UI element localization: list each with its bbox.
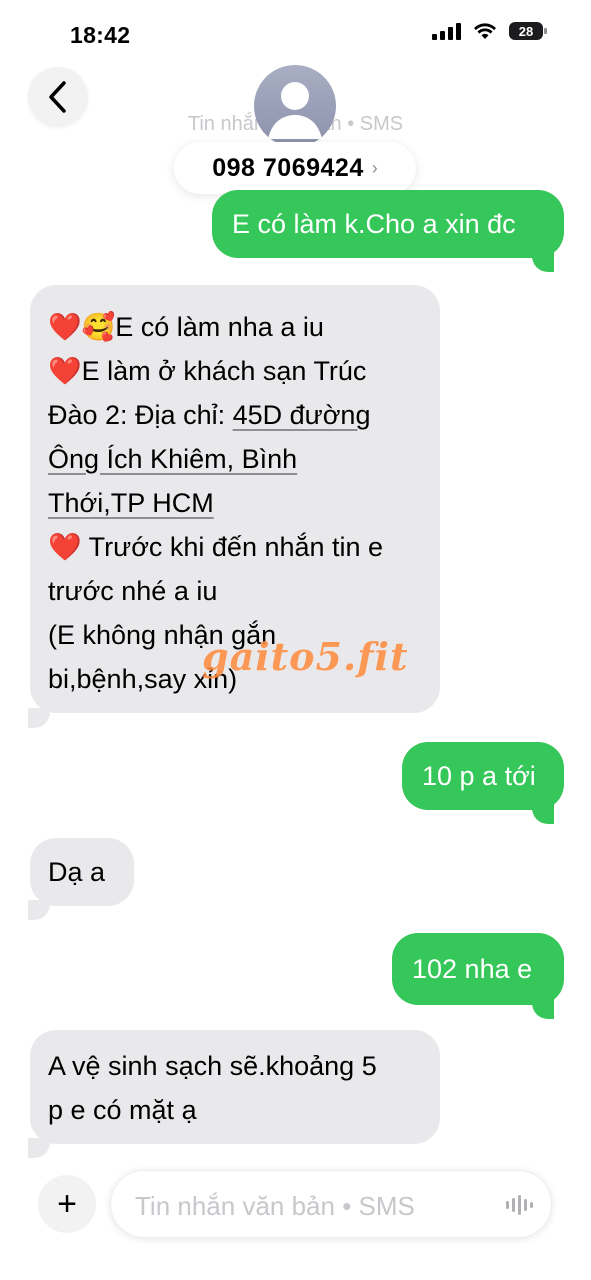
message-input[interactable]: Tin nhắn văn bản • SMS <box>110 1170 552 1238</box>
message-line: ❤️E làm ở khách sạn Trúc <box>48 356 367 386</box>
contact-avatar[interactable] <box>254 65 336 147</box>
chevron-left-icon <box>49 81 66 113</box>
status-icons: 28 <box>432 22 547 40</box>
voice-memo-icon[interactable] <box>506 1195 533 1215</box>
message-line: Ông Ích Khiêm, Bình <box>48 437 422 481</box>
address-link[interactable]: Thới,TP HCM <box>48 488 214 518</box>
contact-name-button[interactable]: 098 7069424 › <box>174 142 416 194</box>
message-line: Đào 2: Địa chỉ: 45D đường <box>48 393 422 437</box>
plus-icon: + <box>57 1184 77 1223</box>
bubble-tail <box>28 708 50 728</box>
message-text: Dạ a <box>48 857 106 887</box>
message-bubble-incoming[interactable]: A vệ sinh sạch sẽ.khoảng 5 p e có mặt ạ <box>30 1030 440 1144</box>
message-bubble-incoming[interactable]: Dạ a <box>30 838 134 906</box>
cellular-signal-icon <box>432 22 461 40</box>
battery-icon: 28 <box>509 22 547 40</box>
chevron-right-icon: › <box>371 157 378 178</box>
person-icon <box>268 82 322 139</box>
message-line: trước nhé a iu <box>48 576 218 606</box>
message-line: A vệ sinh sạch sẽ.khoảng 5 <box>48 1051 377 1081</box>
message-line: Thới,TP HCM <box>48 481 422 525</box>
message-bubble-outgoing[interactable]: E có làm k.Cho a xin đc <box>212 190 564 258</box>
bubble-tail <box>532 999 554 1019</box>
status-bar: 18:42 28 <box>0 0 591 70</box>
add-attachment-button[interactable]: + <box>38 1175 96 1233</box>
bubble-tail <box>532 804 554 824</box>
message-text: 10 p a tới <box>422 761 536 791</box>
message-text: 102 nha e <box>412 954 533 984</box>
message-input-placeholder: Tin nhắn văn bản • SMS <box>135 1191 415 1221</box>
message-bubble-outgoing[interactable]: 102 nha e <box>392 933 564 1005</box>
message-line: p e có mặt ạ <box>48 1095 197 1125</box>
bubble-tail <box>28 900 50 920</box>
watermark: gaito5.fit <box>202 634 409 679</box>
wifi-icon <box>474 23 496 39</box>
message-line: ❤️🥰E có làm nha a iu <box>48 312 324 342</box>
contact-name: 098 7069424 <box>212 153 364 182</box>
message-text: Đào 2: Địa chỉ: <box>48 400 233 430</box>
bubble-tail <box>28 1138 50 1158</box>
message-line: ❤️ Trước khi đến nhắn tin e <box>48 532 384 562</box>
status-time: 18:42 <box>70 22 131 48</box>
message-text: E có làm k.Cho a xin đc <box>232 209 516 239</box>
address-link[interactable]: 45D đường <box>233 400 371 430</box>
message-bubble-outgoing[interactable]: 10 p a tới <box>402 742 564 810</box>
bubble-tail <box>532 252 554 272</box>
address-link[interactable]: Ông Ích Khiêm, Bình <box>48 444 297 474</box>
